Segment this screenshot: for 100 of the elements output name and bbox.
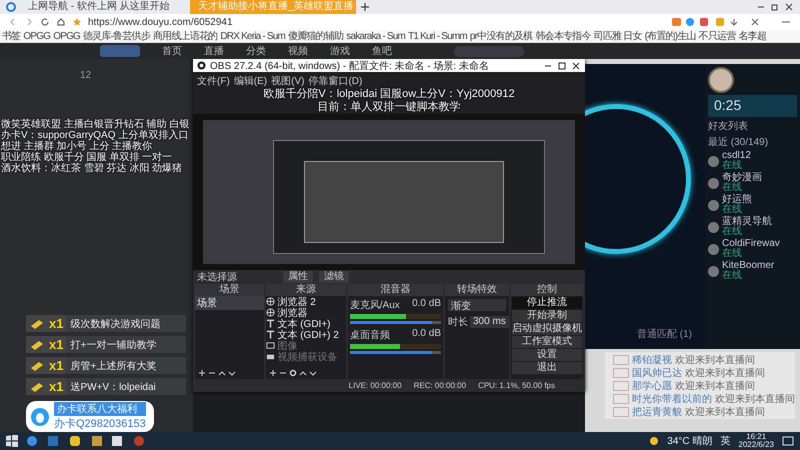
globe-icon	[266, 297, 276, 306]
chat-username[interactable]: 把运青黄貌	[632, 404, 682, 418]
maximize-icon[interactable]	[557, 60, 567, 70]
promo-text: 办卡Q2982036153	[54, 417, 146, 431]
volume-slider[interactable]	[350, 351, 432, 354]
level-badge	[613, 406, 629, 416]
menu-item[interactable]: 编辑(E)	[234, 74, 268, 86]
close-icon[interactable]	[571, 60, 581, 70]
bookmark[interactable]: pr中没有的及棋	[470, 30, 532, 42]
menu-item[interactable]: 视图(V)	[271, 74, 304, 86]
chat-message: 欢迎来到本直播间	[675, 380, 755, 392]
control-button[interactable]: 启动虚拟摄像机	[512, 323, 582, 335]
channel-name: 麦克风/Aux	[350, 298, 400, 312]
properties-button[interactable]: 属性	[283, 271, 313, 283]
dock-header: 控制	[511, 284, 583, 296]
nav-link[interactable]: 视频	[288, 44, 308, 58]
windows-start-icon[interactable]	[6, 435, 18, 447]
bookmark[interactable]: 傻瓣猫的辅助	[288, 30, 344, 42]
reload-icon[interactable]	[40, 17, 50, 27]
status-text: 未选择源	[197, 270, 238, 284]
restore-icon[interactable]	[770, 2, 780, 12]
friend-status: 在线	[722, 205, 743, 215]
source-item[interactable]: 浏览器	[266, 307, 346, 318]
viewer-count: 12	[80, 70, 92, 81]
overlay-text: 酒水饮料：冰红茶 雪碧 芬达 冰阳 劲爆猪	[0, 163, 184, 174]
friend-group[interactable]: 最近 (30/149)	[708, 135, 797, 149]
chat-username[interactable]: 时光你带着以前的	[632, 392, 712, 406]
bookmark[interactable]: OPGG	[23, 30, 50, 42]
control-button[interactable]: 停止推流	[512, 297, 582, 309]
nav-link[interactable]: 分类	[246, 44, 266, 58]
menu-item[interactable]: 文件(F)	[197, 74, 230, 86]
bookmark[interactable]: 德灵库-鲁芸供步	[83, 30, 150, 42]
source-item[interactable]: 文本 (GDI+)	[266, 318, 346, 329]
duration-label: 时长	[448, 316, 468, 329]
level-badge	[613, 354, 629, 364]
bookmark[interactable]: 商用线上语花的	[152, 30, 218, 42]
browser-logo-icon	[6, 2, 16, 12]
control-button[interactable]: 设置	[512, 349, 582, 361]
friend-name[interactable]: ColdiFirewav	[722, 239, 780, 249]
input-language[interactable]: 英	[720, 434, 730, 448]
browser-tab[interactable]: 上网导航 - 软件上网 从这里开始	[20, 0, 186, 14]
dock-header: 场景	[195, 284, 264, 296]
control-button[interactable]: 退出	[512, 362, 582, 374]
image-icon	[266, 341, 276, 350]
bookmark[interactable]: sakaraka - Sum	[346, 30, 406, 42]
promo-title: 办卡联系八大福利	[54, 402, 146, 416]
duration-field[interactable]: 300 ms	[470, 316, 509, 328]
volume-slider[interactable]	[350, 321, 432, 324]
source-item[interactable]: 浏览器 2	[266, 296, 346, 307]
menu-item[interactable]: 停靠窗口(D)	[308, 74, 362, 86]
friend-name[interactable]: 好运熊	[722, 195, 752, 205]
source-item[interactable]: 图像	[266, 340, 346, 351]
bookmark[interactable]: 韩会本专指今	[535, 30, 591, 42]
nav-link[interactable]: 首页	[162, 44, 182, 58]
gift-icon	[29, 380, 45, 392]
notification-icon[interactable]	[782, 435, 794, 447]
filters-button[interactable]: 滤镜	[319, 271, 349, 283]
home-icon[interactable]	[56, 17, 66, 27]
bookmark[interactable]: T1 Kuri - Summ	[408, 30, 467, 42]
clock[interactable]: 16:21 2022/6/23	[738, 433, 774, 449]
friend-name[interactable]: 奇妙漫画	[722, 173, 762, 183]
bookmark[interactable]: DRX Keria - Sum	[220, 30, 286, 42]
gift-text: 送PW+V：lolpeidai	[69, 380, 156, 394]
star-icon[interactable]	[72, 17, 82, 27]
friend-name[interactable]: KiteBoomer	[722, 261, 774, 271]
address-field[interactable]: https://www.douyu.com/6052941	[88, 16, 233, 28]
nav-link[interactable]: 直播	[204, 44, 224, 58]
chat-message: 欢迎来到本直播间	[715, 392, 795, 406]
source-item[interactable]: 文本 (GDI+) 2	[266, 329, 346, 340]
close-icon[interactable]	[784, 2, 794, 12]
plus-icon[interactable]	[360, 2, 370, 12]
control-button[interactable]: 开始录制	[512, 310, 582, 322]
text-icon	[266, 330, 276, 339]
chat-username[interactable]: 那学心愿	[632, 378, 672, 392]
dock-header: 混音器	[348, 284, 443, 296]
nav-link[interactable]: 鱼吧	[372, 44, 392, 58]
friend-name[interactable]: 蓝精灵导航	[722, 217, 772, 227]
level-badge	[613, 394, 629, 404]
chat-message: 欢迎来到本直播间	[685, 366, 765, 380]
gift-icon	[29, 360, 45, 372]
bookmark[interactable]: 司匹雅 日女	[594, 30, 642, 42]
channel-reading: 0.0 dB	[412, 328, 441, 341]
bookmark[interactable]: 书签	[2, 30, 20, 42]
avatar	[708, 156, 719, 166]
bookmark[interactable]: 不只运营	[698, 30, 736, 42]
chat-username[interactable]: 国风帅已达	[632, 366, 682, 380]
queue-label: 普通匹配 (1)	[637, 328, 692, 341]
control-button[interactable]: 工作室模式	[512, 336, 582, 348]
bookmark[interactable]: (布置的)生山	[644, 30, 696, 42]
source-item[interactable]: 视频捕获设备	[266, 351, 346, 362]
transition-dropdown[interactable]: 渐变	[448, 299, 506, 311]
avatar	[708, 222, 719, 232]
friend-name[interactable]: csdl12	[722, 151, 751, 161]
chat-message: 欢迎来到本直播间	[685, 406, 765, 418]
chat-username[interactable]: 稀铂凝视	[632, 352, 672, 366]
bookmark[interactable]: 名李超	[738, 30, 766, 42]
avatar	[708, 178, 719, 188]
bookmark[interactable]: OPGG	[53, 30, 80, 42]
nav-link[interactable]: 游戏	[330, 44, 350, 58]
scene-item[interactable]: 场景	[195, 296, 264, 310]
